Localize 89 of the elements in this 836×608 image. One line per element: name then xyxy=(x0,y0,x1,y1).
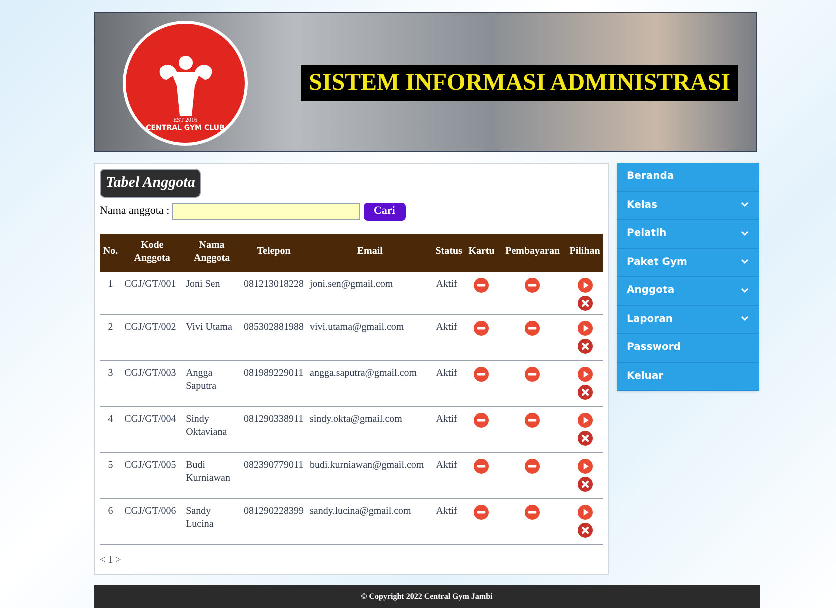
minus-circle-icon[interactable] xyxy=(474,367,490,382)
column-header: Kartu xyxy=(468,246,495,258)
play-circle-icon[interactable] xyxy=(578,321,593,336)
panel-title: Tabel Anggota xyxy=(100,169,202,198)
column-header: No. xyxy=(103,246,118,258)
delete-icon[interactable] xyxy=(578,385,593,400)
chevron-down-icon xyxy=(741,316,749,322)
table-cell: CGJ/GT/005 xyxy=(124,460,176,471)
chevron-down-icon xyxy=(741,202,749,208)
table-cell: 5 xyxy=(108,460,114,471)
search-field[interactable] xyxy=(172,203,360,220)
sidebar-item[interactable]: Pelatih xyxy=(617,220,759,248)
column-header: Nama Anggota xyxy=(194,240,230,264)
table-cell: 3 xyxy=(108,368,114,379)
chevron-down-icon xyxy=(741,288,749,294)
delete-icon[interactable] xyxy=(578,431,593,446)
table-cell: 081213018228 xyxy=(244,278,304,290)
table-cell: Aktif xyxy=(436,506,458,517)
play-circle-icon[interactable] xyxy=(578,367,593,382)
minus-circle-icon[interactable] xyxy=(474,278,490,293)
table-cell: 1 xyxy=(108,278,114,290)
minus-circle-icon[interactable] xyxy=(525,367,540,382)
table-cell: Budi Kurniawan xyxy=(186,460,230,484)
table-cell: CGJ/GT/006 xyxy=(124,506,176,517)
search-button[interactable]: Cari xyxy=(364,202,406,220)
table-cell: sandy.lucina@gmail.com xyxy=(310,506,412,517)
table-cell: Aktif xyxy=(436,368,458,379)
delete-icon[interactable] xyxy=(578,477,593,492)
banner-title: SISTEM INFORMASI ADMINISTRASI xyxy=(301,65,738,101)
table-cell: Sandy Lucina xyxy=(186,506,214,530)
search-label: Nama anggota : xyxy=(100,204,170,220)
play-circle-icon[interactable] xyxy=(578,278,593,292)
pagination[interactable]: < 1 > xyxy=(100,553,122,568)
minus-circle-icon[interactable] xyxy=(525,505,540,520)
table-cell: CGJ/GT/003 xyxy=(124,368,176,379)
column-header: Kode Anggota xyxy=(134,240,170,264)
table-cell: budi.kurniawan@gmail.com xyxy=(310,460,424,471)
table-cell: 081290338911 xyxy=(244,414,304,425)
minus-circle-icon[interactable] xyxy=(474,505,490,520)
table-cell: angga.saputra@gmail.com xyxy=(310,368,417,379)
table-cell: Aktif xyxy=(436,414,458,425)
footer: © Copyright 2022 Central Gym Jambi xyxy=(94,585,760,608)
minus-circle-icon[interactable] xyxy=(474,321,490,336)
table-cell: Angga Saputra xyxy=(186,368,217,392)
column-header: Telepon xyxy=(257,246,291,258)
delete-icon[interactable] xyxy=(578,523,593,538)
table-cell: 085302881988 xyxy=(244,322,304,333)
table-cell: vivi.utama@gmail.com xyxy=(310,322,404,333)
table-cell: 6 xyxy=(108,506,114,517)
sidebar-item[interactable]: Beranda xyxy=(617,163,759,192)
table-cell: Aktif xyxy=(436,278,458,290)
minus-circle-icon[interactable] xyxy=(525,278,540,293)
play-circle-icon[interactable] xyxy=(578,413,593,428)
column-header: Pembayaran xyxy=(506,246,560,258)
table-cell: sindy.okta@gmail.com xyxy=(310,414,402,425)
column-header: Email xyxy=(357,246,383,258)
sidebar-item[interactable]: Paket Gym xyxy=(617,248,759,277)
table-cell: Joni Sen xyxy=(186,278,220,290)
table-cell: Aktif xyxy=(436,322,458,333)
sidebar-item[interactable]: Keluar xyxy=(617,362,759,391)
table-cell: CGJ/GT/001 xyxy=(124,278,176,290)
play-circle-icon[interactable] xyxy=(578,505,593,520)
minus-circle-icon[interactable] xyxy=(474,459,490,474)
play-circle-icon[interactable] xyxy=(578,459,593,474)
sidebar-item[interactable]: Kelas xyxy=(617,192,759,220)
table-cell: 2 xyxy=(108,322,114,333)
table-cell: Vivi Utama xyxy=(186,322,232,333)
table-cell: Aktif xyxy=(436,460,458,471)
chevron-down-icon xyxy=(741,230,749,237)
chevron-down-icon xyxy=(741,259,749,266)
column-header: Pilihan xyxy=(570,246,600,258)
delete-icon[interactable] xyxy=(578,296,593,310)
table-cell: CGJ/GT/002 xyxy=(124,322,176,333)
table-cell: CGJ/GT/004 xyxy=(124,414,176,425)
sidebar-item[interactable]: Password xyxy=(617,334,759,362)
column-header: Status xyxy=(436,246,462,258)
table-cell: Sindy Oktaviana xyxy=(186,414,228,438)
table-cell: joni.sen@gmail.com xyxy=(310,278,394,290)
sidebar-item[interactable]: Laporan xyxy=(617,306,759,334)
minus-circle-icon[interactable] xyxy=(474,413,490,428)
minus-circle-icon[interactable] xyxy=(525,321,540,336)
delete-icon[interactable] xyxy=(578,339,593,354)
sidebar-item[interactable]: Anggota xyxy=(617,277,759,306)
table-cell: 081290228399 xyxy=(244,506,304,517)
table-cell: 4 xyxy=(108,414,114,425)
minus-circle-icon[interactable] xyxy=(525,413,540,428)
table-cell: 081989229011 xyxy=(244,368,304,379)
table-cell: 082390779011 xyxy=(244,460,304,471)
minus-circle-icon[interactable] xyxy=(525,459,540,474)
